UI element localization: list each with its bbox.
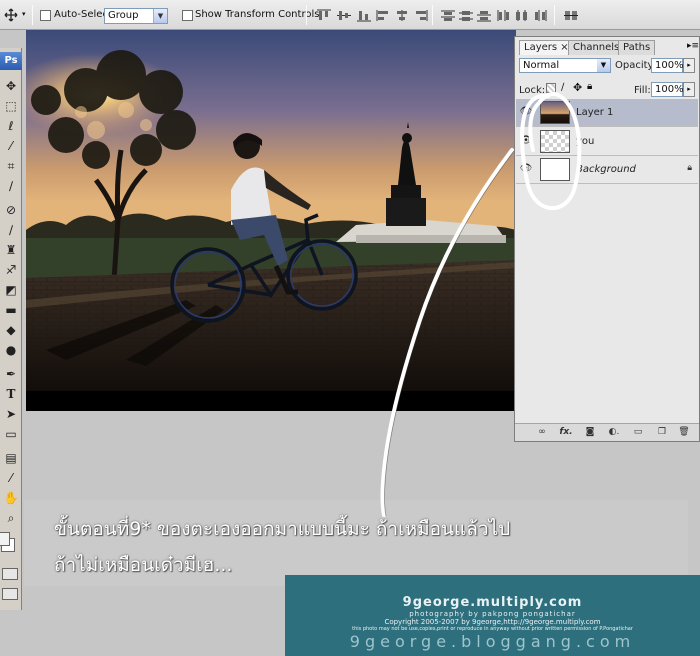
- hand-drawn-annotation-circle: [380, 91, 582, 517]
